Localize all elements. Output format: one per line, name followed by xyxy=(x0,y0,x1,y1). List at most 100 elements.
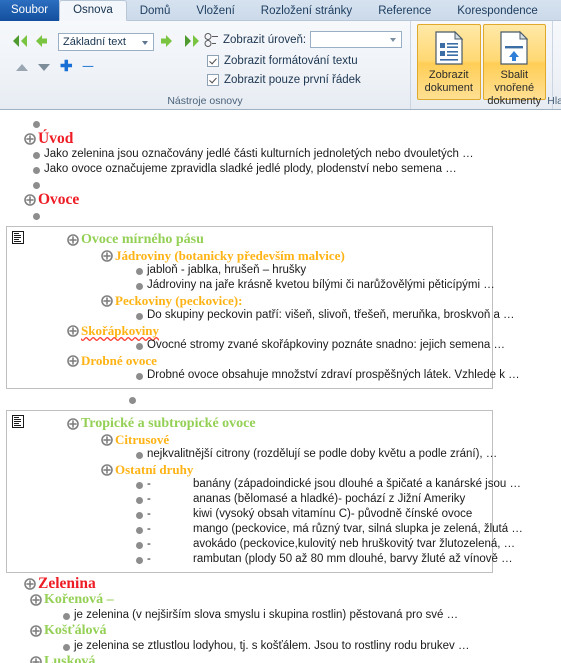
expand-collapse-icon[interactable] xyxy=(24,131,38,146)
outline-text: jabloň - jablka, hrušeň – hrušky xyxy=(147,264,307,276)
outline-row[interactable]: Kořenová – xyxy=(0,592,561,608)
outline-row[interactable]: Jako zelenina jsou označovány jedlé část… xyxy=(0,147,561,162)
outline-heading3: Citrusové xyxy=(115,432,170,447)
move-down-icon[interactable] xyxy=(38,63,50,71)
outline-document-area[interactable]: Úvod Jako zelenina jsou označovány jedlé… xyxy=(0,110,561,663)
outline-row[interactable]: Do skupiny peckovin patří: višeň, slivoň… xyxy=(7,308,515,323)
move-up-icon[interactable] xyxy=(16,63,28,71)
outline-row[interactable]: je zelenina se ztlustlou lodyhou, tj. s … xyxy=(0,639,561,654)
outline-heading2: Košťálová xyxy=(44,623,107,638)
show-document-button[interactable]: Zobrazit dokument xyxy=(417,24,481,100)
outline-text: je zelenina (v nejširším slova smyslu i … xyxy=(74,609,459,621)
expand-collapse-icon[interactable] xyxy=(67,416,81,431)
subdocument-block[interactable]: Tropické a subtropické ovoce Citrusové n… xyxy=(6,410,523,573)
outline-row[interactable]: Ovocné stromy zvané skořápkoviny poznáte… xyxy=(7,338,505,353)
collapse-subdocuments-button[interactable]: Sbalit vnořené dokumenty xyxy=(482,24,546,107)
subdocument-block[interactable]: Ovoce mírného pásu Jádroviny (botanicky … xyxy=(6,226,520,389)
bullet-icon[interactable] xyxy=(30,177,44,192)
bullet-icon[interactable] xyxy=(133,477,147,492)
bullet-icon[interactable] xyxy=(30,147,44,162)
bullet-icon[interactable] xyxy=(133,522,147,537)
outline-row[interactable]: - rambutan (plody 50 až 80 mm dlouhé, bar… xyxy=(7,552,513,567)
expand-collapse-icon[interactable] xyxy=(101,432,115,447)
collapse-icon[interactable]: ─ xyxy=(83,59,94,74)
expand-collapse-icon[interactable] xyxy=(24,576,38,591)
show-first-line-only-checkbox[interactable] xyxy=(207,74,220,86)
bullet-icon[interactable] xyxy=(30,208,44,223)
outline-row[interactable]: Drobné ovoce obsahuje množství zdraví pr… xyxy=(7,368,520,383)
bullet-icon[interactable] xyxy=(133,507,147,522)
outline-row[interactable]: Jádroviny na jaře krásně kvetou bílými č… xyxy=(7,278,495,293)
outline-row[interactable]: nejkvalitnější citrony (rozdělují se pod… xyxy=(7,447,497,462)
demote-to-body-text-icon[interactable] xyxy=(183,34,200,50)
expand-collapse-icon[interactable] xyxy=(101,293,115,308)
outline-row[interactable]: Košťálová xyxy=(0,623,561,639)
show-level-combo[interactable] xyxy=(310,31,403,48)
outline-row[interactable]: Skořápkoviny xyxy=(7,323,492,338)
outline-row[interactable] xyxy=(0,208,561,223)
demote-icon[interactable] xyxy=(160,34,177,50)
expand-collapse-icon[interactable] xyxy=(67,353,81,368)
tab-osnova[interactable]: Osnova xyxy=(59,0,127,21)
outline-row[interactable]: Ostatní druhy xyxy=(7,462,492,477)
expand-icon[interactable]: ✚ xyxy=(60,59,73,74)
outline-row[interactable]: Úvod xyxy=(0,131,561,147)
outline-row[interactable]: Peckoviny (peckovice): xyxy=(7,293,492,308)
subdocument-icon[interactable] xyxy=(12,415,24,428)
expand-collapse-icon[interactable] xyxy=(30,654,44,663)
tab-domu[interactable]: Domů xyxy=(127,1,184,21)
bullet-icon[interactable] xyxy=(133,278,147,293)
bullet-icon[interactable] xyxy=(133,308,147,323)
outline-row[interactable]: Tropické a subtropické ovoce xyxy=(7,416,492,432)
outline-row[interactable]: Ovoce mírného pásu xyxy=(7,232,492,248)
promote-icon[interactable] xyxy=(35,34,52,50)
outline-row[interactable]: - banány (západoindické jsou dlouhé a špi… xyxy=(7,477,521,492)
bullet-icon[interactable] xyxy=(30,162,44,177)
outline-row[interactable]: Jako ovoce označujeme zpravidla sladké j… xyxy=(0,162,561,177)
bullet-icon[interactable] xyxy=(133,368,147,383)
outline-row[interactable]: - avokádo (peckovice,kulovitý neb hruškov… xyxy=(7,537,515,552)
bullet-icon[interactable] xyxy=(126,392,140,407)
tab-reference[interactable]: Reference xyxy=(365,1,444,21)
expand-collapse-icon[interactable] xyxy=(30,592,44,607)
expand-collapse-icon[interactable] xyxy=(101,248,115,263)
outline-row[interactable]: Zelenina xyxy=(0,576,561,592)
expand-collapse-icon[interactable] xyxy=(67,232,81,247)
promote-to-heading1-icon[interactable] xyxy=(12,34,29,50)
outline-row[interactable] xyxy=(0,116,561,131)
outline-text-dash: - ananas (bělomasé a hladké)- pochází z J… xyxy=(147,492,465,507)
outline-style-combo[interactable]: Základní text xyxy=(58,33,154,51)
bullet-icon[interactable] xyxy=(60,608,74,623)
outline-row[interactable]: Jádroviny (botanicky především malvice) xyxy=(7,248,492,263)
tab-korespondence[interactable]: Korespondence xyxy=(444,1,551,21)
bullet-icon[interactable] xyxy=(133,447,147,462)
expand-collapse-icon[interactable] xyxy=(24,192,38,207)
outline-row[interactable]: - mango (peckovice, má různý tvar, silná … xyxy=(7,522,523,537)
outline-row[interactable]: je zelenina (v nejširším slova smyslu i … xyxy=(0,608,561,623)
outline-row[interactable]: - kiwi (vysoký obsah vitamínu C)- původně… xyxy=(7,507,492,522)
bullet-icon[interactable] xyxy=(60,639,74,654)
expand-collapse-icon[interactable] xyxy=(67,323,81,338)
bullet-icon[interactable] xyxy=(30,116,44,131)
outline-row[interactable]: - ananas (bělomasé a hladké)- pochází z J… xyxy=(7,492,492,507)
outline-row[interactable]: Lusková xyxy=(0,654,561,663)
bullet-icon[interactable] xyxy=(133,263,147,278)
outline-row[interactable] xyxy=(0,177,561,192)
outline-row[interactable] xyxy=(0,392,561,407)
outline-row[interactable]: Drobné ovoce xyxy=(7,353,492,368)
tab-vlozeni[interactable]: Vložení xyxy=(183,1,247,21)
expand-collapse-icon[interactable] xyxy=(30,623,44,638)
tab-soubor[interactable]: Soubor xyxy=(0,0,60,21)
expand-collapse-icon[interactable] xyxy=(101,462,115,477)
outline-row[interactable]: Citrusové xyxy=(7,432,492,447)
show-text-formatting-checkbox[interactable] xyxy=(207,55,220,67)
outline-row[interactable]: jabloň - jablka, hrušeň – hrušky xyxy=(7,263,492,278)
bullet-icon[interactable] xyxy=(133,338,147,353)
outline-row[interactable]: Ovoce xyxy=(0,192,561,208)
subdocument-icon[interactable] xyxy=(12,231,24,244)
bullet-icon[interactable] xyxy=(133,552,147,567)
outline-heading1: Zelenina xyxy=(38,575,96,592)
bullet-icon[interactable] xyxy=(133,492,147,507)
bullet-icon[interactable] xyxy=(133,537,147,552)
tab-rozlozeni-stranky[interactable]: Rozložení stránky xyxy=(248,1,365,21)
